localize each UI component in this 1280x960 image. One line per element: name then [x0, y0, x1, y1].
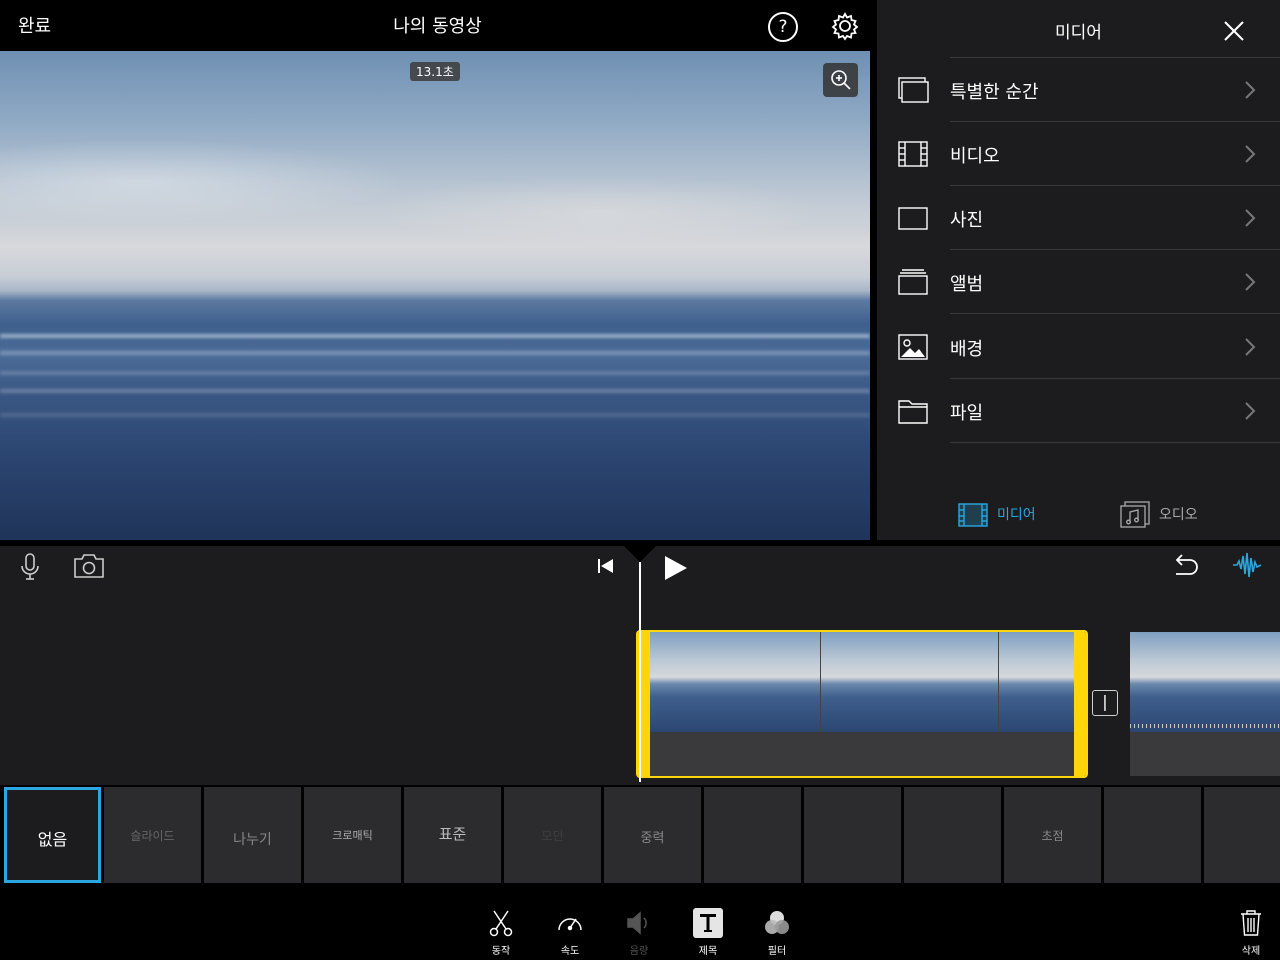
skip-back-icon	[598, 559, 613, 573]
media-item-label: 비디오	[950, 146, 1000, 167]
tool-label: 음량	[629, 946, 649, 957]
video-clip-selected[interactable]	[636, 630, 1088, 778]
tool-label: 동작	[491, 946, 511, 957]
undo-button[interactable]	[1170, 552, 1200, 580]
folder-icon	[898, 400, 928, 424]
tool-label: 삭제	[1241, 946, 1261, 957]
camera-icon	[74, 554, 104, 578]
transition-option[interactable]: 슬라이드	[104, 787, 201, 883]
video-preview[interactable]	[0, 51, 870, 540]
settings-button[interactable]	[830, 11, 860, 41]
speedometer-icon	[558, 918, 582, 931]
media-item-label: 사진	[950, 210, 984, 231]
tool-filter[interactable]: 필터	[752, 908, 802, 957]
delete-button[interactable]: 삭제	[1226, 908, 1276, 957]
clip-trim-handle-right[interactable]	[1074, 632, 1086, 776]
chevron-right-icon	[1245, 209, 1256, 227]
media-item-label: 특별한 순간	[950, 82, 1039, 103]
photo-icon	[898, 207, 928, 230]
title-icon	[693, 908, 723, 938]
media-panel: 미디어 특별한 순간 비디오 사진 앨범 배경 파일 미디어 오디오	[877, 0, 1280, 540]
transition-option[interactable]: 중력	[604, 787, 701, 883]
transition-option[interactable]	[904, 787, 1001, 883]
chevron-right-icon	[1245, 273, 1256, 291]
clip-thumbnail	[820, 632, 999, 732]
scissors-icon	[489, 910, 513, 937]
tool-volume[interactable]: 음량	[614, 908, 664, 957]
project-title: 나의 동영상	[393, 16, 482, 37]
media-item-files[interactable]: 파일	[877, 379, 1280, 443]
gear-icon	[831, 12, 859, 41]
media-item-albums[interactable]: 앨범	[877, 250, 1280, 314]
tool-label: 제목	[698, 946, 718, 957]
clip-audio-track	[650, 732, 1074, 776]
media-item-moments[interactable]: 특별한 순간	[877, 58, 1280, 122]
transition-option[interactable]	[1104, 787, 1201, 883]
tool-actions[interactable]: 동작	[476, 908, 526, 957]
transition-option[interactable]: 나누기	[204, 787, 301, 883]
transition-option[interactable]: 크로매틱	[304, 787, 401, 883]
chevron-right-icon	[1245, 81, 1256, 99]
close-button[interactable]	[1223, 20, 1245, 42]
transition-button[interactable]: |	[1092, 690, 1118, 716]
album-icon	[898, 269, 928, 295]
moments-icon	[898, 77, 929, 103]
media-item-label: 배경	[950, 339, 984, 360]
transition-option[interactable]	[1204, 787, 1280, 883]
close-icon	[1224, 21, 1244, 41]
media-item-photos[interactable]: 사진	[877, 186, 1280, 250]
chevron-right-icon	[1245, 145, 1256, 163]
tool-speed[interactable]: 속도	[545, 908, 595, 957]
film-icon	[958, 503, 988, 527]
transition-option[interactable]: 모던	[504, 787, 601, 883]
play-icon	[665, 556, 687, 580]
chevron-right-icon	[1245, 338, 1256, 356]
filter-icon	[765, 911, 789, 934]
tool-label: 필터	[767, 946, 787, 957]
duration-badge: 13.1초	[410, 62, 460, 81]
waveform-icon	[1233, 552, 1262, 578]
tab-audio-label: 오디오	[1159, 507, 1198, 523]
transition-option[interactable]	[704, 787, 801, 883]
video-clip[interactable]	[1130, 632, 1280, 776]
music-note-icon	[1120, 501, 1150, 528]
volume-icon	[627, 911, 647, 935]
media-item-label: 앨범	[950, 274, 984, 295]
clip-thumbnail	[650, 632, 820, 732]
media-item-video[interactable]: 비디오	[877, 122, 1280, 186]
playhead[interactable]	[639, 562, 641, 782]
microphone-icon	[21, 553, 39, 580]
undo-icon	[1175, 554, 1198, 575]
chevron-right-icon	[1245, 402, 1256, 420]
playhead-marker	[624, 546, 656, 562]
transition-option-none[interactable]: 없음	[4, 787, 101, 883]
media-item-backgrounds[interactable]: 배경	[877, 315, 1280, 379]
tool-title[interactable]: 제목	[683, 908, 733, 957]
clip-thumbnail	[1130, 632, 1280, 732]
transition-option[interactable]	[804, 787, 901, 883]
transition-option[interactable]: 표준	[404, 787, 501, 883]
media-panel-title: 미디어	[1055, 23, 1102, 43]
zoom-button[interactable]	[823, 63, 858, 97]
help-button[interactable]: ?	[768, 12, 798, 42]
skip-to-start-button[interactable]	[596, 556, 616, 576]
transition-option[interactable]: 초점	[1004, 787, 1101, 883]
play-button[interactable]	[662, 554, 690, 582]
trash-icon	[1241, 910, 1261, 936]
zoom-in-icon	[831, 70, 851, 90]
media-item-label: 파일	[950, 403, 984, 424]
voiceover-button[interactable]	[18, 552, 42, 582]
audio-waveform	[1130, 724, 1280, 728]
tool-label: 속도	[560, 946, 580, 957]
clip-thumbnail	[998, 632, 1075, 732]
tab-media-label: 미디어	[997, 507, 1036, 523]
camera-button[interactable]	[73, 553, 105, 579]
background-icon	[898, 334, 928, 360]
film-icon	[898, 141, 928, 167]
audio-waveform-button[interactable]	[1232, 550, 1262, 580]
